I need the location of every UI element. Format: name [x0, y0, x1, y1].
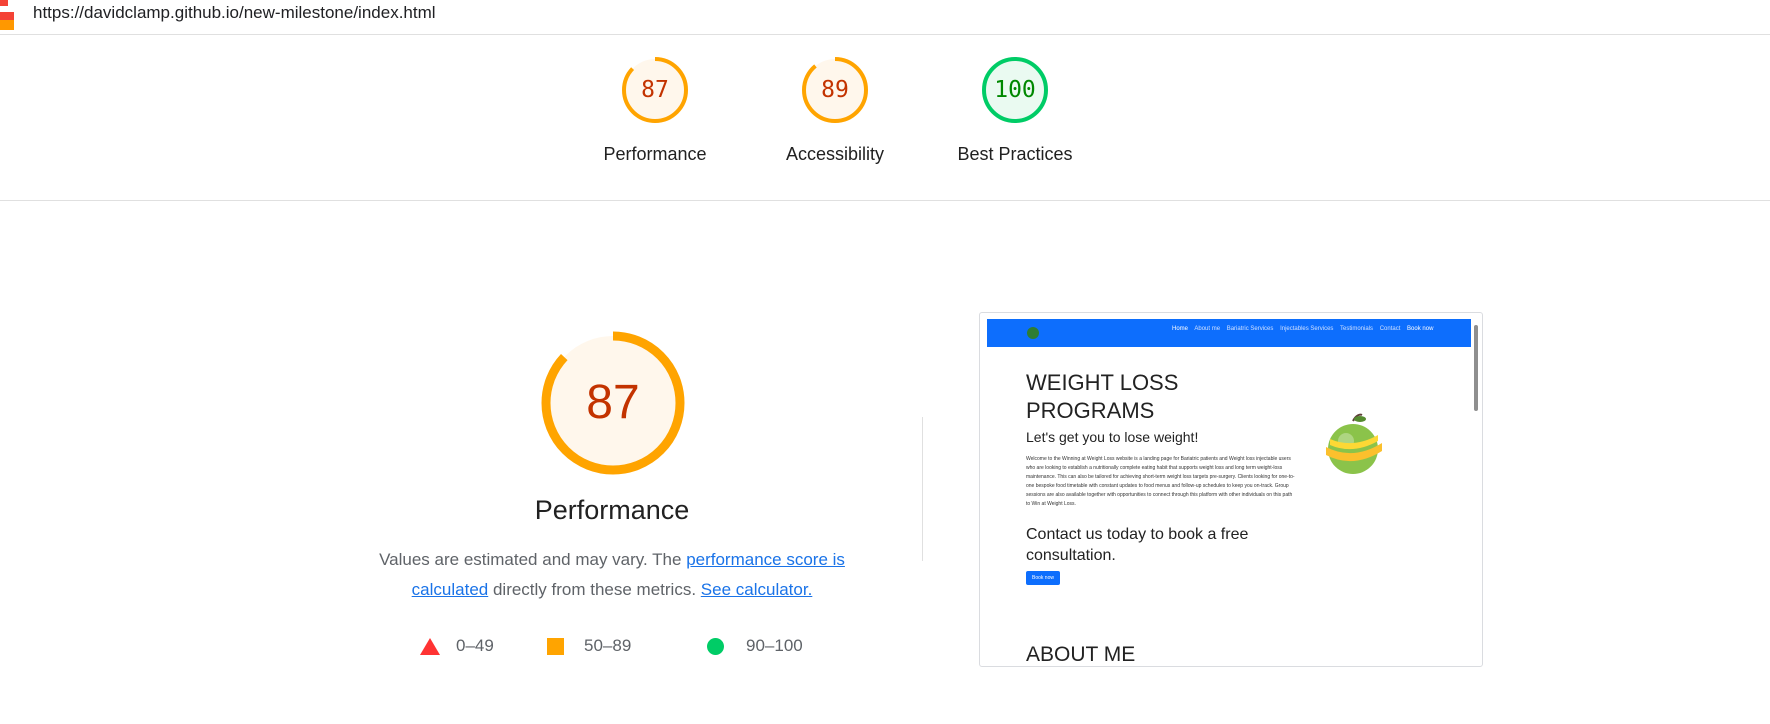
- nav-link: Contact: [1379, 326, 1401, 332]
- apple-logo-icon: [1027, 327, 1039, 339]
- screenshot-paragraph: Welcome to the Winning at Weight Loss we…: [1026, 456, 1295, 507]
- gauge-label: Accessibility: [785, 144, 885, 164]
- nav-link: Testimonials: [1340, 326, 1374, 332]
- screenshot-scrollbar: [1474, 325, 1478, 411]
- square-icon: [547, 638, 564, 655]
- gauge-score: 100: [994, 77, 1036, 103]
- gauge-performance[interactable]: 87 Performance: [585, 55, 725, 175]
- performance-score: 87: [586, 376, 640, 429]
- nav-link: Book now: [1407, 326, 1434, 332]
- legend-range: 90–100: [746, 636, 803, 655]
- description-text: directly from these metrics.: [488, 580, 701, 599]
- performance-title: Performance: [534, 495, 690, 525]
- performance-gauge-large: 87: [540, 330, 686, 476]
- screenshot-book-button: Book now: [1026, 571, 1060, 585]
- nav-link: Injectables Services: [1280, 326, 1334, 332]
- see-calculator-link[interactable]: See calculator.: [701, 580, 813, 599]
- score-legend: 0–49 50–89 90–100: [420, 634, 840, 658]
- legend-range: 0–49: [456, 636, 494, 655]
- gauge-label: Best Practices: [957, 144, 1073, 164]
- gauge-accessibility[interactable]: 89 Accessibility: [765, 55, 905, 175]
- legend-range: 50–89: [584, 636, 632, 655]
- page-url: https://davidclamp.github.io/new-milesto…: [33, 3, 436, 22]
- apple-tape-measure-image: [1326, 413, 1382, 474]
- url-bar: https://davidclamp.github.io/new-milesto…: [0, 0, 1770, 35]
- screenshot-heading: WEIGHT LOSS PROGRAMS: [1026, 370, 1179, 423]
- gauge-score: 87: [641, 77, 669, 103]
- score-summary: 87 Performance 89 Accessibility 100 Best…: [0, 35, 1770, 201]
- screenshot-cta: Contact us today to book a free consulta…: [1026, 526, 1249, 564]
- gauge-score: 89: [821, 77, 849, 103]
- triangle-icon: [420, 638, 440, 655]
- final-screenshot[interactable]: Home About me Bariatric Services Injecta…: [979, 312, 1483, 667]
- circle-icon: [707, 638, 724, 655]
- screenshot-navbar: Home About me Bariatric Services Injecta…: [987, 319, 1471, 347]
- nav-link: Bariatric Services: [1226, 326, 1274, 332]
- screenshot-subheading: Let's get you to lose weight!: [1026, 429, 1199, 445]
- nav-link: About me: [1194, 326, 1221, 332]
- lighthouse-icon: [0, 0, 14, 30]
- nav-link: Home: [1172, 326, 1189, 332]
- divider: [922, 417, 923, 561]
- screenshot-about-heading: ABOUT ME: [1026, 643, 1136, 666]
- gauge-label: Performance: [603, 144, 707, 164]
- performance-description: Values are estimated and may vary. The p…: [362, 545, 862, 605]
- description-text: Values are estimated and may vary. The: [379, 550, 687, 569]
- screenshot-nav-links: Home About me Bariatric Services Injecta…: [1172, 326, 1438, 332]
- gauge-best-practices[interactable]: 100 Best Practices: [945, 55, 1085, 175]
